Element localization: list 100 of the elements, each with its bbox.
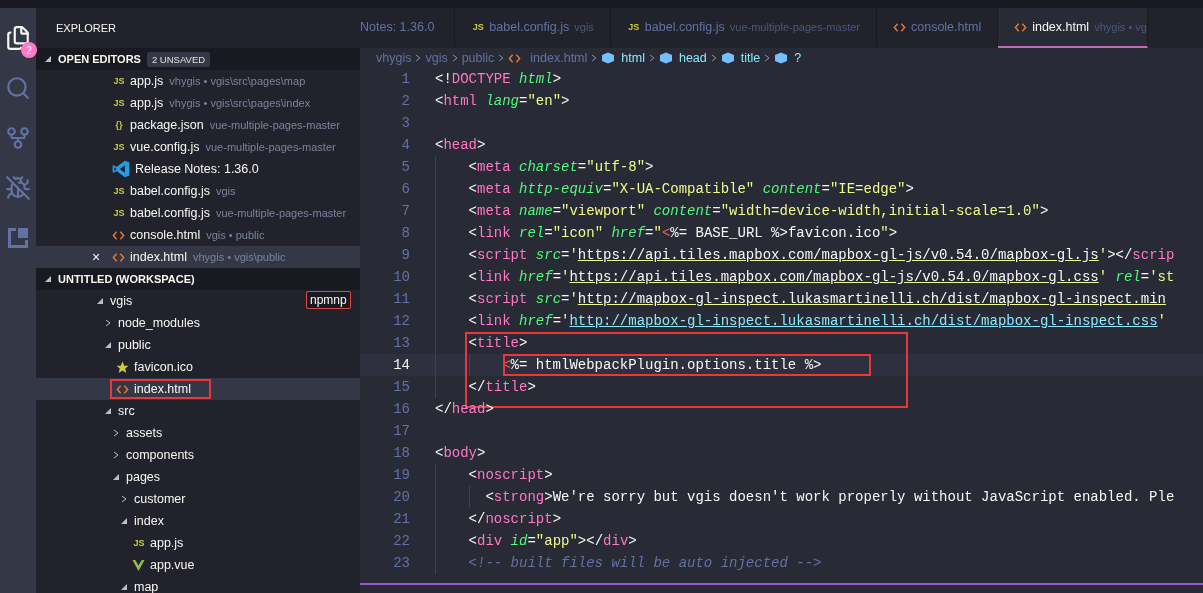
folder-row[interactable]: customer <box>36 488 360 510</box>
section-title: OPEN EDITORS <box>58 53 141 65</box>
expanded-caret-icon[interactable] <box>96 297 104 305</box>
file-path: vue-multiple-pages-master <box>209 119 340 131</box>
line-number: 20 <box>392 489 410 505</box>
breadcrumb[interactable]: html <box>621 51 645 65</box>
code-token: noscript <box>477 467 545 483</box>
expanded-caret-icon[interactable] <box>104 341 112 349</box>
section-header[interactable]: OPEN EDITORS 2 UNSAVED <box>36 48 360 70</box>
code-token: = <box>519 93 528 109</box>
file-row[interactable]: favicon.ico <box>36 356 360 378</box>
code-token: = <box>821 181 830 197</box>
expanded-caret-icon[interactable] <box>104 407 112 415</box>
line-number: 16 <box>392 401 410 417</box>
code-token: html <box>518 71 553 87</box>
extensions-icon[interactable] <box>6 226 30 250</box>
open-editor-item[interactable]: JS vue.config.js vue-multiple-pages-master <box>36 136 360 158</box>
line-number: 7 <box>400 203 410 219</box>
open-editor-item[interactable]: JS babel.config.js vue-multiple-pages-master <box>36 202 360 224</box>
collapsed-caret-icon[interactable] <box>112 429 120 437</box>
search-icon[interactable] <box>5 75 31 101</box>
folder-row[interactable]: assets <box>36 422 360 444</box>
collapsed-caret-icon[interactable] <box>104 319 112 327</box>
line-number: 11 <box>392 291 410 307</box>
code-token: > <box>645 159 654 175</box>
open-editor-item[interactable]: JS app.js vhygis • vgis\src\pages\index <box>36 92 360 114</box>
ribbon-logo-icon <box>112 160 130 178</box>
open-editor-item[interactable]: JS babel.config.js vgis <box>36 180 360 202</box>
line-number: 12 <box>392 313 410 329</box>
file-path: vhygis • vgis\src\pages\index <box>169 97 311 109</box>
line-number: 22 <box>392 533 410 549</box>
file-row[interactable]: JS app.js <box>36 532 360 554</box>
code-token: http://mapbox-gl-inspect.lukasmartinelli.ch/dist/mapbox-gl-inspect.css <box>569 313 1158 329</box>
folder-row[interactable]: components <box>36 444 360 466</box>
code-token: meta <box>477 203 511 219</box>
folder-name: node_modules <box>118 316 200 330</box>
expanded-caret-icon[interactable] <box>120 583 128 591</box>
code-token: link <box>477 225 511 241</box>
cube-icon <box>774 52 789 64</box>
js-file-icon: JS <box>112 142 126 152</box>
breadcrumb[interactable]: title <box>740 51 761 65</box>
folder-name: vgis <box>110 294 133 308</box>
file-row[interactable]: app.vue <box>36 554 360 576</box>
open-editor-item[interactable]: JS app.js vhygis • vgis\src\pages\map <box>36 70 360 92</box>
code-token: meta <box>477 181 511 197</box>
breadcrumb[interactable]: head <box>678 51 707 65</box>
file-name: index.html <box>130 250 187 264</box>
expanded-caret-icon[interactable] <box>112 473 120 481</box>
crossed-bug-icon[interactable] <box>5 175 31 201</box>
js-file-icon: JS <box>132 538 146 548</box>
code-token: < <box>468 335 477 351</box>
open-editor-item[interactable]: × index.html vhygis • vgis\public <box>36 246 360 268</box>
folder-row[interactable]: node_modules <box>36 312 360 334</box>
line-number: 23 <box>392 555 410 571</box>
expanded-caret-icon[interactable] <box>120 517 128 525</box>
cube-icon <box>658 52 673 64</box>
code-token: content <box>761 181 822 197</box>
star-icon <box>116 360 129 374</box>
code-token: link <box>477 269 511 285</box>
folder-row[interactable]: pages <box>36 466 360 488</box>
notification-badge: 2 <box>21 42 37 58</box>
code-token: content <box>652 203 713 219</box>
collapsed-caret-icon[interactable] <box>120 495 128 503</box>
code-token: scrip <box>1132 247 1175 263</box>
expanded-caret-icon[interactable] <box>44 55 52 63</box>
section-header[interactable]: UNTITLED (WORKSPACE) <box>36 268 360 290</box>
code-token: < <box>468 203 477 219</box>
close-icon[interactable]: × <box>92 249 101 265</box>
line-number: 21 <box>392 511 410 527</box>
code-token: "en" <box>527 93 562 109</box>
line-number: 8 <box>400 225 410 241</box>
branch-icon[interactable] <box>5 125 31 151</box>
editor-tab[interactable]: index.html vhygis • vg <box>998 8 1148 48</box>
code-token: < <box>435 137 444 153</box>
code-token: = <box>544 225 553 241</box>
open-editor-item[interactable]: {} package.json vue-multiple-pages-master <box>36 114 360 136</box>
folder-name: index <box>134 514 164 528</box>
code-token: https://api.tiles.mapbox.com/mapbox-gl-js/v0.54.0/mapbox-gl.js <box>577 247 1099 263</box>
code-token: > <box>519 335 528 351</box>
expanded-caret-icon[interactable] <box>44 275 52 283</box>
code-token: ' <box>569 291 578 307</box>
js-file-icon: JS <box>112 98 126 108</box>
folder-row[interactable]: public <box>36 334 360 356</box>
breadcrumb[interactable]: ? <box>794 51 802 65</box>
code-token: < <box>435 93 444 109</box>
line-number: 19 <box>392 467 410 483</box>
folder-row[interactable]: vgis npmnp <box>36 290 360 312</box>
folder-row[interactable]: src <box>36 400 360 422</box>
folder-row[interactable]: index <box>36 510 360 532</box>
code-token: title <box>485 379 528 395</box>
code-token: < <box>468 533 477 549</box>
code-token: = <box>552 269 562 285</box>
open-editor-item[interactable]: console.html vgis • public <box>36 224 360 246</box>
open-editor-item[interactable]: Release Notes: 1.36.0 <box>36 158 360 180</box>
code-token: > <box>544 467 553 483</box>
collapsed-caret-icon[interactable] <box>112 451 120 459</box>
file-name: favicon.ico <box>134 360 194 374</box>
line-number: 4 <box>400 137 410 153</box>
folder-row[interactable]: map <box>36 576 360 593</box>
file-row[interactable]: index.html <box>36 378 360 400</box>
